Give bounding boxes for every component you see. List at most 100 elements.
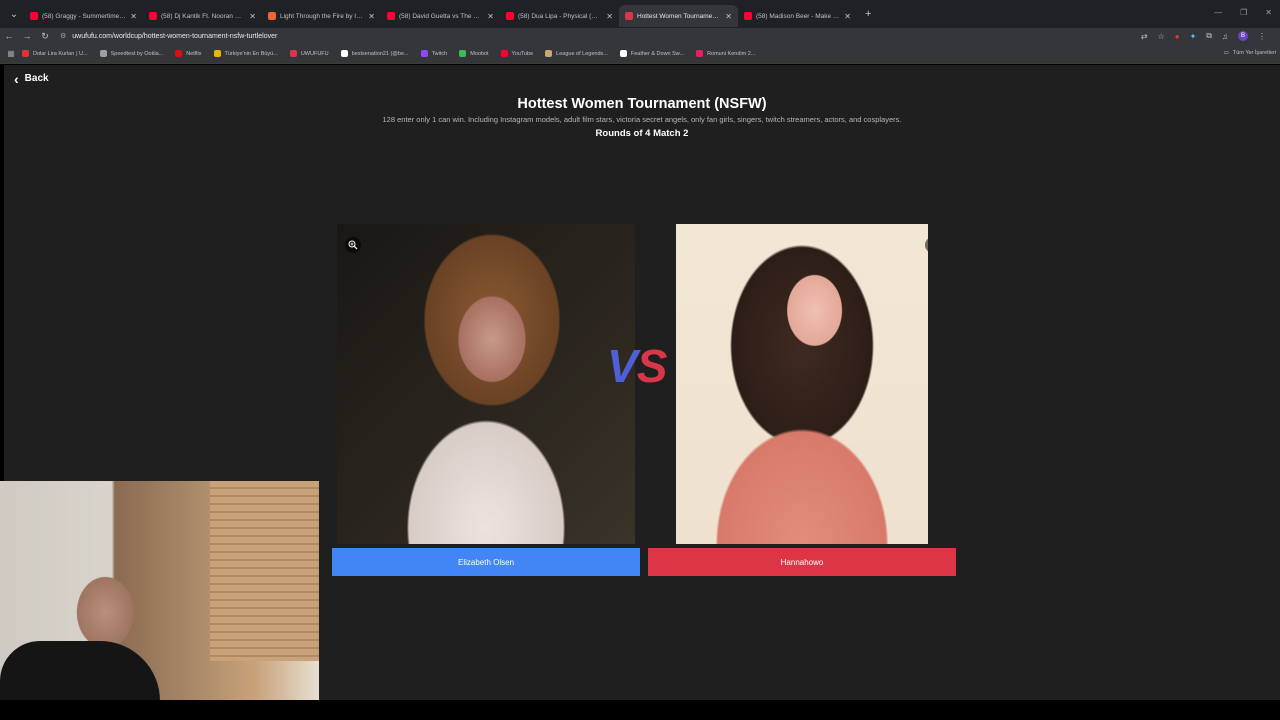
browser-tab[interactable]: (58) David Guetta vs The Egg ✕ [381,5,500,27]
left-contestant-photo[interactable] [337,224,635,544]
tab-close-icon[interactable]: ✕ [606,12,613,21]
browser-tab[interactable]: Hottest Women Tournament (NSFW) ✕ [619,5,738,27]
bookmark-item[interactable]: Twitch [420,50,448,57]
bookmark-label: UWUFUFU [300,50,329,57]
minimize-icon[interactable]: — [1214,8,1222,17]
bookmark-label: League of Legends... [556,50,608,57]
browser-tab[interactable]: (58) Dua Lipa - Physical (Official ✕ [500,5,619,27]
translate-icon[interactable]: ⇄ [1141,32,1148,41]
bookmark-favicon-icon [696,50,704,57]
bookmark-label: Speedtest by Ookla... [110,50,164,57]
page-subtitle: 128 enter only 1 can win. Including Inst… [382,115,902,124]
bookmark-item[interactable]: bestsenation21 (@be... [340,50,409,57]
window-controls: — ❐ ✕ [1214,8,1272,17]
url-text: uwufufu.com/worldcup/hottest-women-tourn… [72,32,278,40]
zoom-in-icon[interactable] [345,237,361,253]
bookmark-list: Dolar Lira Kurları | U... Speedtest by Oo… [22,50,767,57]
toolbar-actions: ⇄ ☆ ● ✦ ⧉ ♫ B ⋮ [1141,31,1266,41]
folder-icon: ▭ [1223,50,1229,56]
all-bookmarks[interactable]: ▭ Tüm Yer İşaretleri [1224,50,1276,56]
tab-strip: ⌄ (58) Graggy - Summertime Sadness✕(58) … [0,0,1280,28]
extension-icon[interactable]: ✦ [1190,32,1197,41]
bookmark-item[interactable]: Türkiye'nin En Büyü... [213,50,278,57]
browser-toolbar: ← → ↻ ⚙ uwufufu.com/worldcup/hottest-wom… [0,28,1280,44]
bookmark-item[interactable]: Speedtest by Ookla... [99,50,164,57]
round-indicator: Rounds of 4 Match 2 [595,128,689,139]
versus-s: S [636,340,668,392]
tab-search-chevron-icon[interactable]: ⌄ [4,4,24,24]
window-blinds [210,481,319,661]
site-info-icon[interactable]: ⚙ [60,32,66,40]
tab-close-icon[interactable]: ✕ [725,12,732,21]
tab-favicon-icon [30,12,38,20]
tab-favicon-icon [506,12,514,20]
bookmark-item[interactable]: League of Legends... [545,50,608,57]
bookmark-item[interactable]: Moobot [459,50,489,57]
bookmark-label: Twitch [431,50,448,57]
tab-list: (58) Graggy - Summertime Sadness✕(58) Dj… [24,1,857,27]
restore-icon[interactable]: ❐ [1240,8,1247,17]
tab-title: (58) Madison Beer - Make You Mine [756,12,841,20]
browser-tab[interactable]: Light Through the Fire by Ivyle ✕ [262,5,381,27]
browser-tab[interactable]: (58) Madison Beer - Make You Mine✕ [738,5,857,27]
new-tab-button[interactable]: + [865,8,871,20]
forward-nav-icon[interactable]: → [18,31,36,41]
right-contestant-photo[interactable] [676,224,928,544]
bookmark-label: Feather & Down Sw... [630,50,685,57]
bookmark-label: Dolar Lira Kurları | U... [33,50,88,57]
choose-right-button[interactable]: Hannahowo [648,548,956,576]
bookmark-star-icon[interactable]: ☆ [1158,32,1165,41]
menu-kebab-icon[interactable]: ⋮ [1258,32,1266,41]
bookmark-favicon-icon [545,50,553,57]
page-title: Hottest Women Tournament (NSFW) [517,96,767,112]
tab-title: (58) Dua Lipa - Physical (Official [518,12,603,20]
bookmark-favicon-icon [500,50,508,57]
tab-close-icon[interactable]: ✕ [844,12,851,21]
tab-close-icon[interactable]: ✕ [487,12,494,21]
bookmark-label: Netflix [186,50,202,57]
bookmark-item[interactable]: UWUFUFU [289,50,329,57]
bookmark-label: Türkiye'nin En Büyü... [224,50,278,57]
all-bookmarks-label: Tüm Yer İşaretleri [1232,50,1276,56]
tab-favicon-icon [625,12,633,20]
zoom-in-icon[interactable] [925,237,928,253]
bookmark-favicon-icon [213,50,221,57]
bookmark-favicon-icon [420,50,428,57]
versus-label: VS [607,339,668,393]
versus-v: V [607,340,638,392]
extensions-puzzle-icon[interactable]: ⧉ [1206,31,1212,41]
tab-title: Light Through the Fire by Ivyle [280,12,365,20]
webcam-overlay [0,481,319,720]
browser-tab[interactable]: (58) Graggy - Summertime Sadness ✕ [24,5,143,27]
back-nav-icon[interactable]: ← [0,31,18,41]
back-label: Back [24,73,49,84]
bookmark-favicon-icon [459,50,467,57]
bookmark-favicon-icon [175,50,183,57]
close-window-icon[interactable]: ✕ [1265,8,1272,17]
bookmark-item[interactable]: Dolar Lira Kurları | U... [22,50,88,57]
reload-icon[interactable]: ↻ [36,31,54,42]
tab-favicon-icon [387,12,395,20]
profile-avatar[interactable]: B [1238,31,1248,41]
apps-grid-icon[interactable]: ▦ [0,49,22,58]
media-icon[interactable]: ♫ [1222,32,1228,41]
tab-favicon-icon [744,12,752,20]
extension-record-icon[interactable]: ● [1175,32,1180,41]
address-bar[interactable]: ⚙ uwufufu.com/worldcup/hottest-women-tou… [60,29,1141,43]
bookmark-item[interactable]: Feather & Down Sw... [619,50,685,57]
bookmark-favicon-icon [22,50,29,57]
bookmark-item[interactable]: Netflix [175,50,202,57]
bookmark-item[interactable]: YouTube [500,50,534,57]
tab-close-icon[interactable]: ✕ [249,12,256,21]
bookmark-item[interactable]: Romuni Kendim 2... [696,50,755,57]
tab-favicon-icon [268,12,276,20]
tab-close-icon[interactable]: ✕ [368,12,375,21]
bookmark-favicon-icon [99,50,107,57]
browser-tab[interactable]: (58) Dj Kantik Ft. Nooran Sisters ✕ [143,5,262,27]
bookmark-label: Romuni Kendim 2... [707,50,756,57]
choose-left-button[interactable]: Elizabeth Olsen [332,548,640,576]
bookmark-label: YouTube [511,50,534,57]
bottom-strip [0,700,1280,720]
tab-close-icon[interactable]: ✕ [130,12,137,21]
back-link[interactable]: ‹ Back [14,72,49,86]
